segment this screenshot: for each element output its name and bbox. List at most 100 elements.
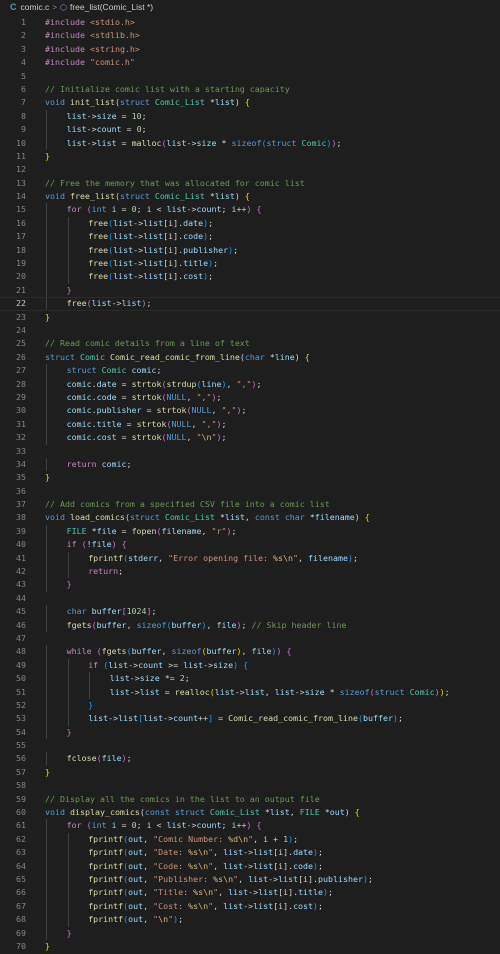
code-line[interactable]: 7 void init_list(struct Comic_List *list)… bbox=[0, 96, 500, 109]
code-line[interactable]: 53 list->list[list->count++] = Comic_read… bbox=[0, 712, 500, 726]
code-line[interactable]: 14 void free_list(struct Comic_List *list… bbox=[0, 190, 500, 203]
code-line[interactable]: 46 fgets(buffer, sizeof(buffer), file); /… bbox=[0, 618, 500, 632]
code-line[interactable]: 51 list->list = realloc(list->list, list-… bbox=[0, 685, 500, 699]
code-line[interactable]: 4 #include "comic.h" bbox=[0, 56, 500, 69]
breadcrumb-symbol[interactable]: free_list(Comic_List *) bbox=[70, 2, 153, 12]
code-line[interactable]: 66 fprintf(out, "Title: %s\n", list->list… bbox=[0, 886, 500, 900]
code-line[interactable]: 27 struct Comic comic; bbox=[0, 364, 500, 378]
code-line[interactable]: 9 list->count = 0; bbox=[0, 123, 500, 137]
code-token: char bbox=[66, 606, 92, 617]
code-line[interactable]: 58 bbox=[0, 779, 500, 792]
code-line[interactable]: 19 free(list->list[i].title); bbox=[0, 257, 500, 271]
code-token: list bbox=[274, 686, 295, 697]
code-text: free(list->list[i].date); bbox=[88, 217, 213, 230]
code-line[interactable]: 26 struct Comic Comic_read_comic_from_lin… bbox=[0, 351, 500, 364]
code-line[interactable]: 56 fclose(file); bbox=[0, 752, 500, 766]
code-line[interactable]: 45 char buffer[1024]; bbox=[0, 605, 500, 619]
code-line[interactable]: 2 #include <stdlib.h> bbox=[0, 29, 500, 42]
line-number: 29 bbox=[16, 391, 26, 402]
code-line[interactable]: 39 FILE *file = fopen(filename, "r"); bbox=[0, 524, 500, 539]
code-line[interactable]: 41 fprintf(stderr, "Error opening file: %… bbox=[0, 551, 500, 566]
code-token: title bbox=[298, 887, 324, 898]
code-line[interactable]: 12 bbox=[0, 163, 500, 176]
code-line[interactable]: 63 fprintf(out, "Date: %s\n", list->list[… bbox=[0, 846, 500, 860]
code-line[interactable]: 28 comic.date = strtok(strdup(line), ",")… bbox=[0, 377, 500, 391]
code-line[interactable]: 34 return comic; bbox=[0, 457, 500, 472]
code-line[interactable]: 17 free(list->list[i].code); bbox=[0, 230, 500, 244]
code-line[interactable]: 8 list->size = 10; bbox=[0, 109, 500, 124]
code-line[interactable]: 29 comic.code = strtok(NULL, ","); bbox=[0, 390, 500, 405]
code-text: void init_list(struct Comic_List *list) … bbox=[45, 96, 250, 109]
code-editor[interactable]: 1 #include <stdio.h> 2 #include <stdlib.h> 3… bbox=[0, 16, 500, 954]
code-line[interactable]: 6 // Initialize comic list with a startin… bbox=[0, 83, 500, 96]
code-token: { bbox=[256, 204, 262, 215]
code-line[interactable]: 52} bbox=[0, 698, 500, 713]
code-line[interactable]: 16 free(list->list[i].date); bbox=[0, 216, 500, 231]
code-line[interactable]: 15 for (int i = 0; i < list->count; i++) … bbox=[0, 203, 500, 217]
code-line[interactable]: 47 bbox=[0, 632, 500, 645]
code-line[interactable]: 70} bbox=[0, 940, 500, 953]
code-token: file bbox=[91, 539, 112, 550]
code-line[interactable]: 44 bbox=[0, 592, 500, 605]
line-number: 51 bbox=[16, 686, 26, 697]
code-line[interactable]: 21} bbox=[0, 283, 500, 298]
code-token: "," bbox=[201, 418, 217, 429]
code-line[interactable]: 48 while (fgets(buffer, sizeof(buffer), f… bbox=[0, 645, 500, 659]
code-token: %s\n bbox=[188, 900, 209, 911]
breadcrumb-file[interactable]: comic.c bbox=[21, 2, 50, 12]
code-line[interactable]: 10 list->list = malloc(list->size * sizeo… bbox=[0, 136, 500, 150]
line-number: 65 bbox=[16, 874, 26, 884]
code-line[interactable]: 38 void load_comics(struct Comic_List *li… bbox=[0, 511, 500, 524]
code-token: buffer bbox=[171, 619, 202, 630]
code-token: void bbox=[45, 807, 70, 818]
code-line[interactable]: 67 fprintf(out, "Cost: %s\n", list->list[… bbox=[0, 899, 500, 914]
code-line[interactable]: 5 bbox=[0, 70, 500, 83]
code-line[interactable]: 20 free(list->list[i].cost); bbox=[0, 270, 500, 284]
code-line[interactable]: 42 return; bbox=[0, 565, 500, 579]
code-token: list bbox=[88, 713, 109, 724]
code-line[interactable]: 50 list->size *= 2; bbox=[0, 672, 500, 686]
code-line[interactable]: 32 comic.cost = strtok(NULL, "\n"); bbox=[0, 431, 500, 445]
indent-guide bbox=[46, 377, 47, 391]
code-line[interactable]: 61 for (int i = 0; i < list->count; i++) … bbox=[0, 819, 500, 833]
indent-guide bbox=[46, 712, 47, 726]
code-line[interactable]: 11} bbox=[0, 150, 500, 163]
code-line[interactable]: 23} bbox=[0, 311, 500, 324]
code-text: fprintf(stderr, "Error opening file: %s\… bbox=[88, 552, 358, 565]
code-token: sizeof bbox=[171, 646, 202, 657]
code-line[interactable]: 60 void display_comics(const struct Comic… bbox=[0, 806, 500, 819]
line-number: 62 bbox=[16, 833, 26, 844]
code-line[interactable]: 33 bbox=[0, 445, 500, 458]
code-token: list bbox=[113, 271, 134, 282]
code-line[interactable]: 40 if (!file) { bbox=[0, 538, 500, 552]
code-line[interactable]: 65 fprintf(out, "Publisher: %s\n", list->… bbox=[0, 873, 500, 887]
code-line[interactable]: 59 // Display all the comics in the list … bbox=[0, 793, 500, 806]
indent-guide bbox=[67, 886, 69, 900]
code-line[interactable]: 25 // Read comic details from a line of t… bbox=[0, 337, 500, 350]
code-line[interactable]: 36 bbox=[0, 485, 500, 498]
code-token: void bbox=[45, 97, 70, 108]
code-line[interactable]: 55 bbox=[0, 739, 500, 752]
code-line[interactable]: 22 free(list->list); bbox=[0, 297, 500, 311]
code-line[interactable]: 35} bbox=[0, 471, 500, 484]
code-line[interactable]: 62 fprintf(out, "Comic Number: %d\n", i +… bbox=[0, 832, 500, 847]
code-line[interactable]: 69} bbox=[0, 926, 500, 940]
code-line[interactable]: 31 comic.title = strtok(NULL, ","); bbox=[0, 417, 500, 432]
code-line[interactable]: 68 fprintf(out, "\n"); bbox=[0, 913, 500, 927]
code-line[interactable]: 3 #include <string.h> bbox=[0, 43, 500, 56]
code-token: { bbox=[304, 351, 310, 362]
code-line[interactable]: 49 if (list->count >= list->size) { bbox=[0, 658, 500, 673]
code-line[interactable]: 54} bbox=[0, 725, 500, 740]
code-line[interactable]: 37 // Add comics from a specified CSV fil… bbox=[0, 498, 500, 511]
code-line[interactable]: 13 // Free the memory that was allocated … bbox=[0, 177, 500, 190]
code-line[interactable]: 24 bbox=[0, 324, 500, 337]
code-token: [i]. bbox=[163, 217, 184, 228]
code-line[interactable]: 18 free(list->list[i].publisher); bbox=[0, 243, 500, 258]
code-token: = bbox=[116, 204, 132, 215]
code-line[interactable]: 30 comic.publisher = strtok(NULL, ","); bbox=[0, 404, 500, 418]
code-line[interactable]: 43} bbox=[0, 578, 500, 592]
code-line[interactable]: 57} bbox=[0, 766, 500, 779]
code-token: sizeof bbox=[339, 686, 370, 697]
code-line[interactable]: 64 fprintf(out, "Code: %s\n", list->list[… bbox=[0, 859, 500, 873]
code-line[interactable]: 1 #include <stdio.h> bbox=[0, 16, 500, 29]
